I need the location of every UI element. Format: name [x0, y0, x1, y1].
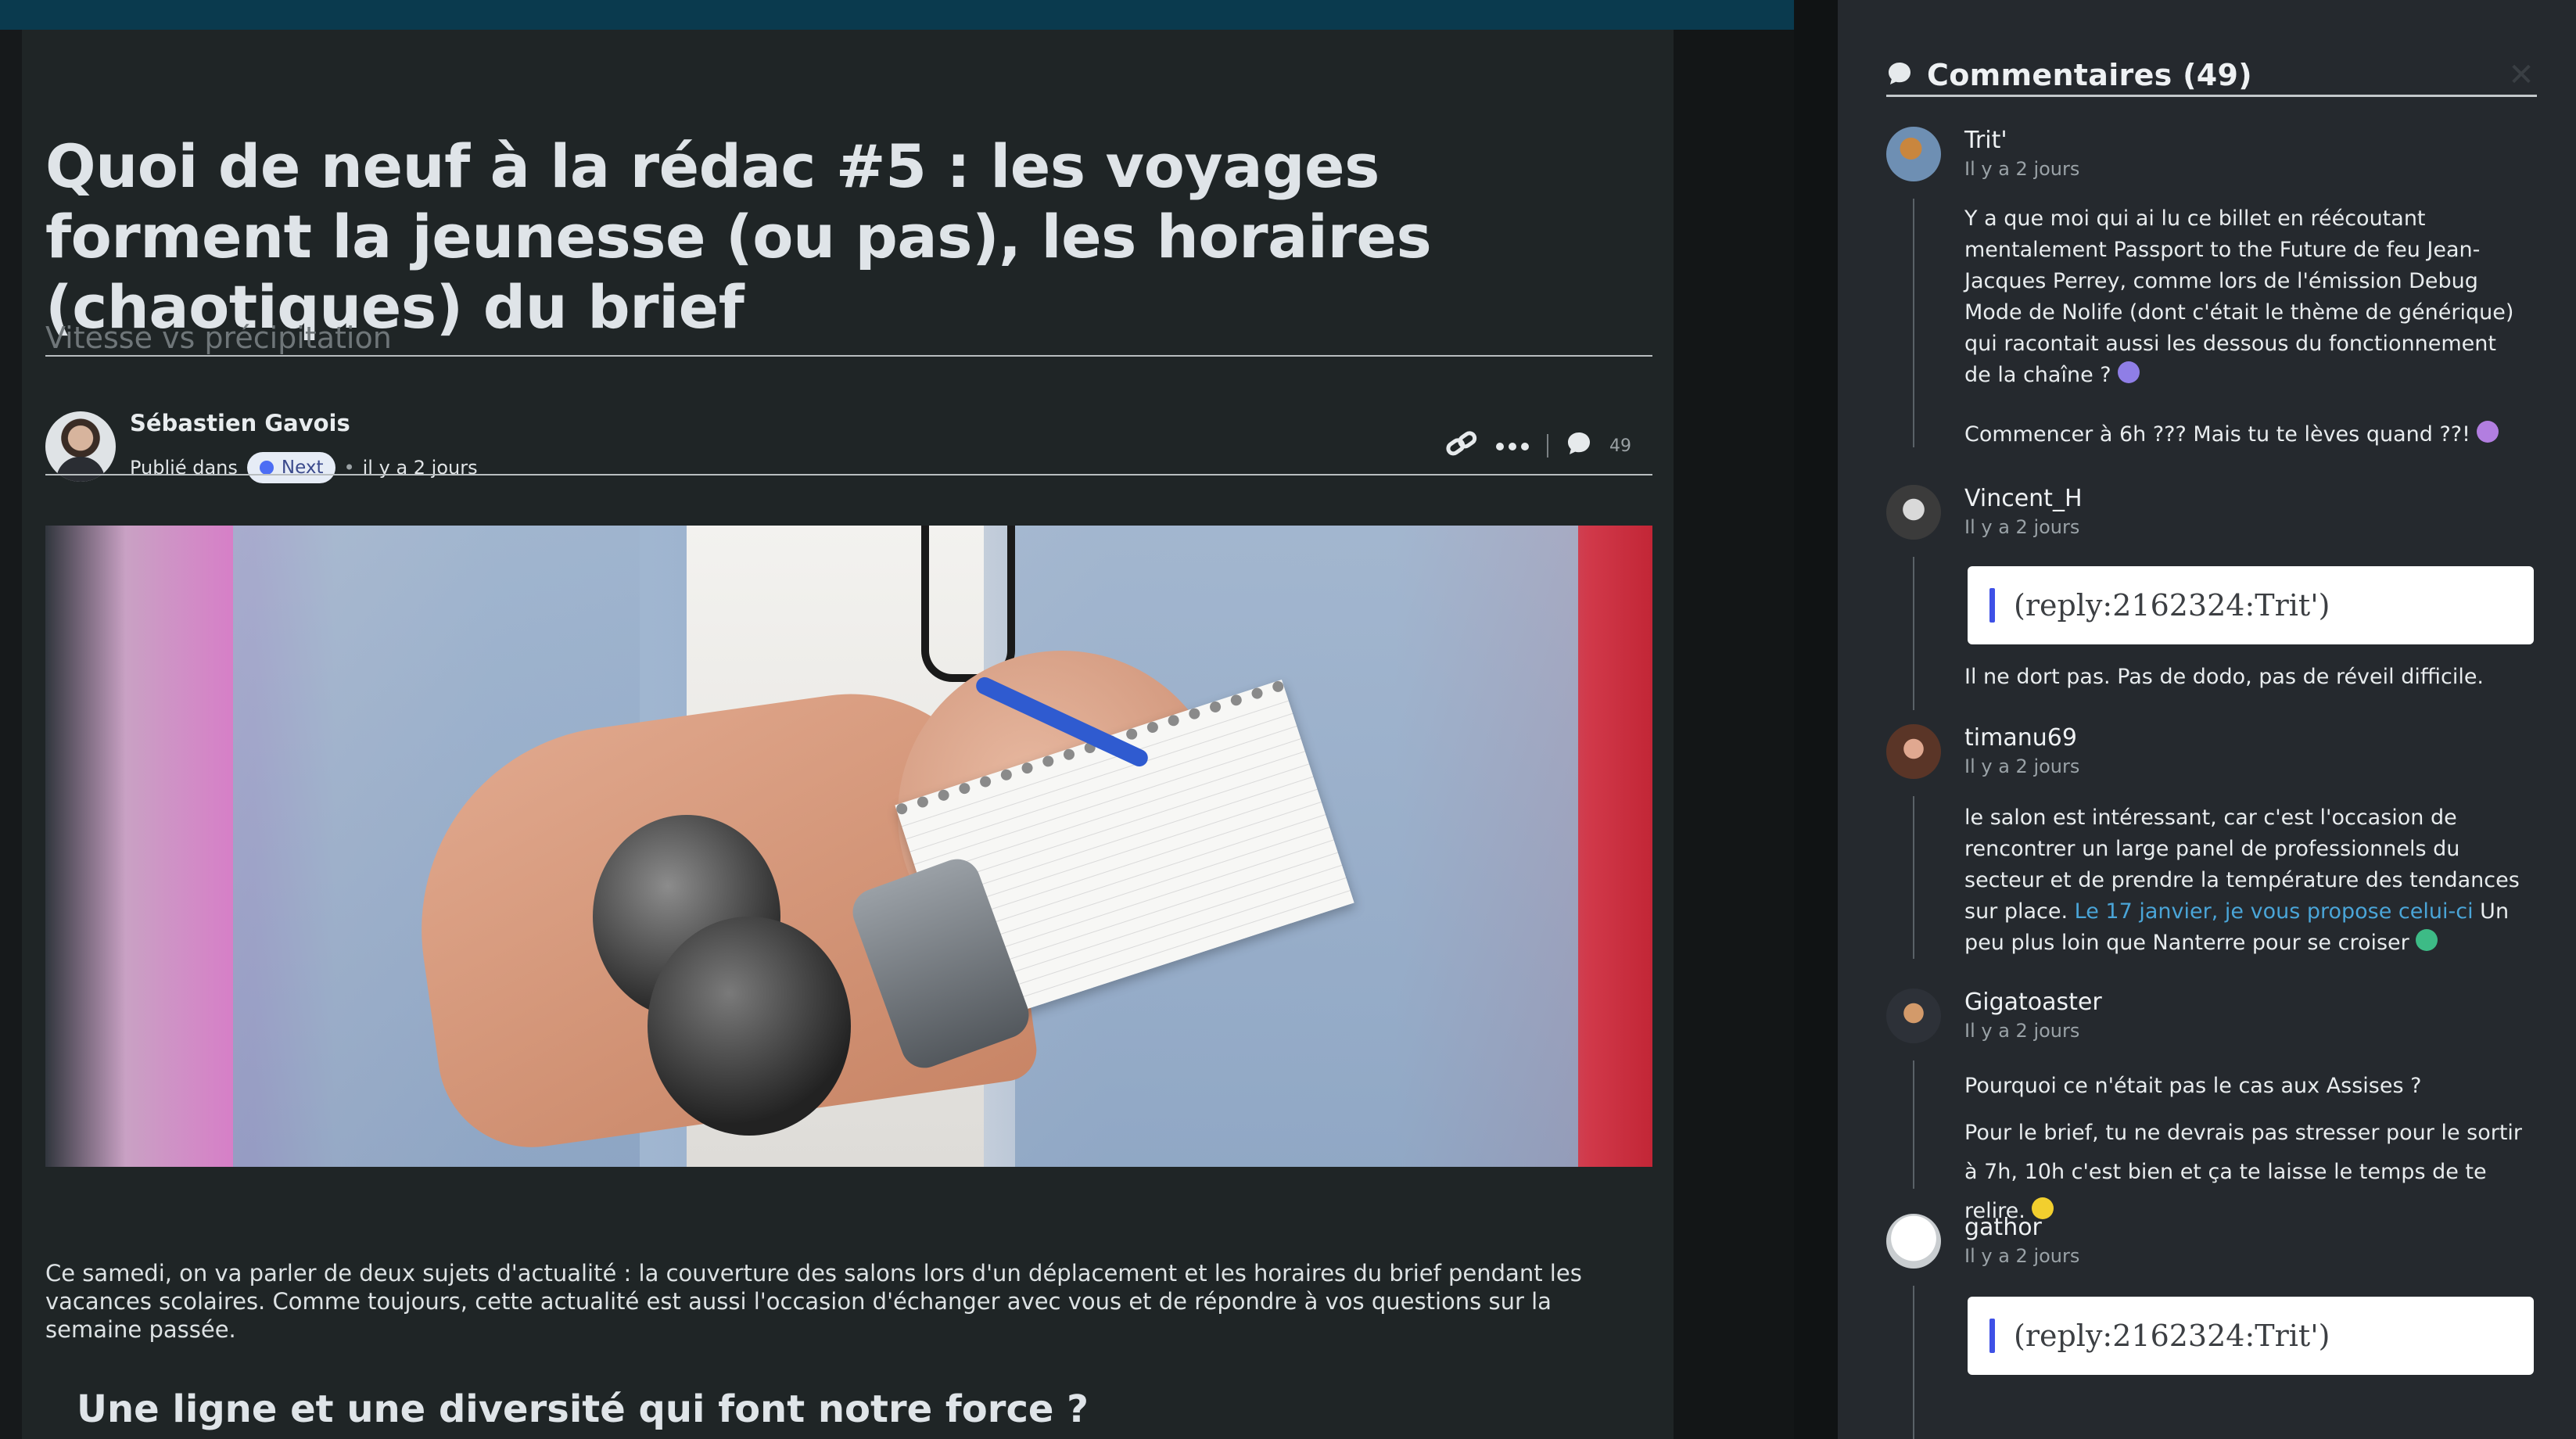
app-root: Quoi de neuf à la rédac #5 : les voyages…: [0, 0, 2576, 1439]
commenter-avatar[interactable]: [1886, 724, 1941, 779]
quote-bar: [1989, 1319, 1995, 1353]
comment-text: Pourquoi ce n'était pas le cas aux Assis…: [1964, 1074, 2422, 1098]
comment-date: Il y a 2 jours: [1964, 516, 2080, 538]
gutter: [1674, 30, 1794, 1439]
comment-body: le salon est intéressant, car c'est l'oc…: [1964, 802, 2528, 959]
thread-line: [1913, 796, 1914, 959]
comment-item: Gigatoaster Il y a 2 jours Pourquoi ce n…: [1886, 989, 2528, 1223]
commenter-avatar[interactable]: [1886, 1214, 1941, 1269]
comment-body: Y a que moi qui ai lu ce billet en rééco…: [1964, 203, 2528, 450]
commenter-name[interactable]: gathor: [1964, 1214, 2042, 1241]
emoji-icon: [2117, 361, 2140, 383]
link-icon[interactable]: [1445, 430, 1478, 461]
emoji-icon: [2476, 421, 2499, 443]
reply-quote[interactable]: (reply:2162324:Trit'): [1968, 1297, 2534, 1375]
comment-date: Il y a 2 jours: [1964, 1245, 2080, 1267]
comment-item: Vincent_H Il y a 2 jours (reply:2162324:…: [1886, 485, 2534, 710]
thread-line: [1913, 1060, 1914, 1189]
comment-item: Trit' Il y a 2 jours Y a que moi qui ai …: [1886, 127, 2528, 455]
comment-body: Il ne dort pas. Pas de dodo, pas de réve…: [1964, 662, 2528, 693]
quote-text: (reply:2162324:Trit'): [2014, 1319, 2330, 1353]
comment-date: Il y a 2 jours: [1964, 158, 2080, 180]
article-container: Quoi de neuf à la rédac #5 : les voyages…: [22, 30, 1674, 1439]
commenter-avatar[interactable]: [1886, 485, 1941, 540]
comment-date: Il y a 2 jours: [1964, 755, 2080, 777]
quote-bar: [1989, 588, 1995, 623]
commenter-name[interactable]: timanu69: [1964, 724, 2077, 752]
comment-text: Il ne dort pas. Pas de dodo, pas de réve…: [1964, 665, 2485, 689]
section-heading: Une ligne et une diversité qui font notr…: [77, 1387, 1089, 1431]
article-title: Quoi de neuf à la rédac #5 : les voyages…: [45, 131, 1432, 342]
tag-dot-icon: [259, 461, 274, 475]
comments-title: Commentaires (49): [1927, 57, 2252, 92]
commenter-avatar[interactable]: [1886, 127, 1941, 181]
article-actions: 49: [1445, 430, 1631, 461]
commenter-name[interactable]: Trit': [1964, 127, 2007, 154]
comment-bubble-icon[interactable]: [1566, 430, 1592, 461]
reply-quote[interactable]: (reply:2162324:Trit'): [1968, 566, 2534, 644]
author-name[interactable]: Sébastien Gavois: [130, 410, 350, 436]
more-options-icon[interactable]: [1495, 436, 1530, 456]
comment-date: Il y a 2 jours: [1964, 1020, 2080, 1042]
gutter-dark: [1794, 0, 1838, 1439]
comment-item: timanu69 Il y a 2 jours le salon est int…: [1886, 724, 2528, 967]
section-tag[interactable]: Next: [246, 452, 336, 483]
close-icon[interactable]: ✕: [2506, 59, 2537, 91]
published-line: Publié dans Next • il y a 2 jours: [130, 452, 478, 483]
comment-text: Commencer à 6h ??? Mais tu te lèves quan…: [1964, 422, 2470, 447]
comment-item: gathor Il y a 2 jours (reply:2162324:Tri…: [1886, 1214, 2534, 1439]
left-edge: [0, 30, 22, 1439]
author-avatar[interactable]: [45, 411, 116, 482]
divider-top: [45, 355, 1652, 357]
commenter-avatar[interactable]: [1886, 989, 1941, 1043]
thread-line: [1913, 1286, 1914, 1439]
quote-text: (reply:2162324:Trit'): [2014, 588, 2330, 623]
comment-count[interactable]: 49: [1609, 436, 1631, 456]
thread-line: [1913, 557, 1914, 710]
hero-image: [45, 526, 1652, 1167]
commenter-name[interactable]: Gigatoaster: [1964, 989, 2102, 1016]
thread-line: [1913, 199, 1914, 447]
comment-link[interactable]: Le 17 janvier, je vous propose celui-ci: [2075, 899, 2474, 924]
article-intro: Ce samedi, on va parler de deux sujets d…: [45, 1260, 1582, 1343]
emoji-icon: [2415, 929, 2438, 951]
comment-body: Pourquoi ce n'était pas le cas aux Assis…: [1964, 1067, 2528, 1231]
comments-header: Commentaires (49): [1886, 55, 2537, 97]
comment-text: Y a que moi qui ai lu ce billet en rééco…: [1964, 206, 2514, 387]
comments-panel: Commentaires (49) ✕ Trit' Il y a 2 jours…: [1838, 0, 2576, 1439]
top-bar: [0, 0, 1814, 30]
article-subtitle: Vitesse vs précipitation: [45, 321, 392, 355]
actions-divider: [1547, 434, 1548, 458]
comments-bubble-icon: [1886, 60, 1913, 90]
divider-bottom: [45, 474, 1652, 475]
commenter-name[interactable]: Vincent_H: [1964, 485, 2083, 512]
